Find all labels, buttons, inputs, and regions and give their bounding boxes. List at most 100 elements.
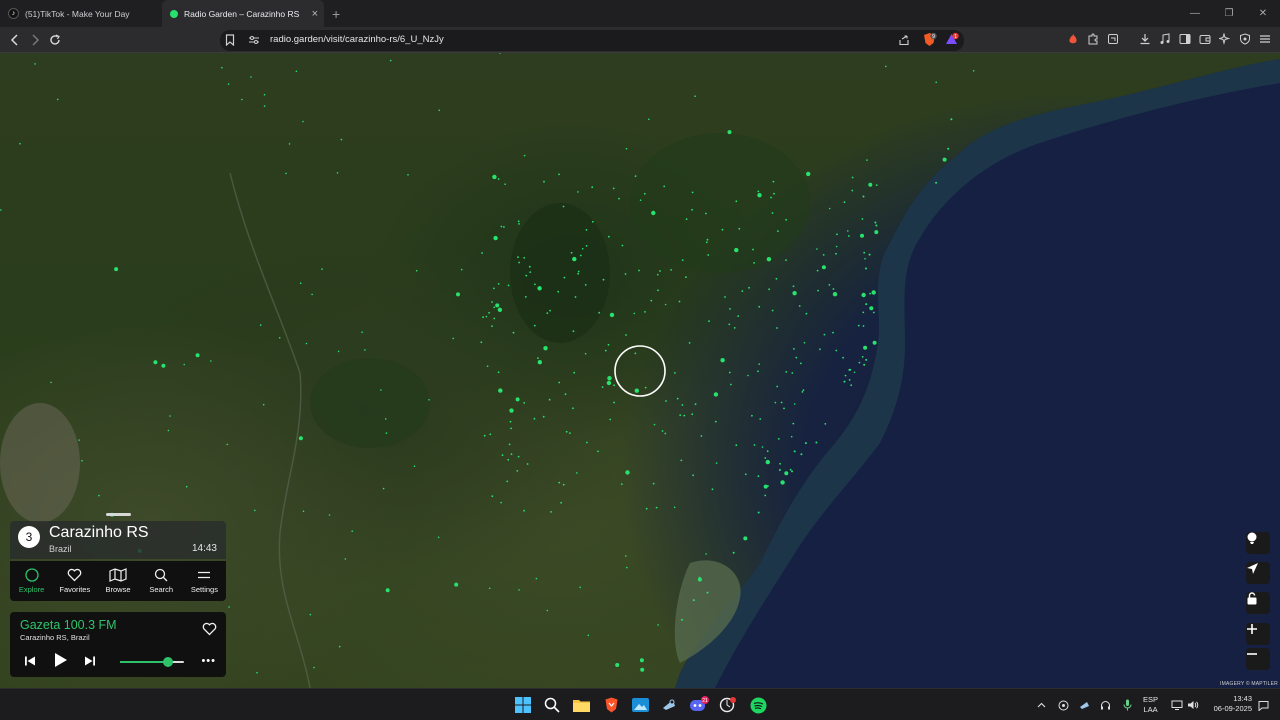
- station-dot[interactable]: [486, 365, 489, 368]
- station-dot[interactable]: [683, 414, 686, 417]
- station-dot[interactable]: [744, 473, 747, 476]
- station-dot[interactable]: [56, 98, 59, 101]
- station-dot[interactable]: [226, 443, 229, 446]
- station-dot[interactable]: [673, 506, 676, 509]
- station-dot[interactable]: [663, 185, 666, 188]
- vpn-shield-icon[interactable]: [1237, 31, 1253, 47]
- station-dot[interactable]: [819, 348, 821, 351]
- station-dot[interactable]: [721, 228, 724, 231]
- station-dot[interactable]: [771, 309, 774, 312]
- station-dot[interactable]: [828, 207, 831, 210]
- station-dot[interactable]: [572, 256, 577, 262]
- station-dot[interactable]: [263, 105, 266, 107]
- station-dot[interactable]: [857, 324, 860, 327]
- station-dot[interactable]: [221, 66, 223, 69]
- station-dot[interactable]: [537, 360, 542, 365]
- station-dot[interactable]: [523, 154, 526, 157]
- station-dot[interactable]: [0, 209, 2, 211]
- station-dot[interactable]: [529, 271, 532, 273]
- station-dot[interactable]: [874, 230, 879, 235]
- station-dot[interactable]: [460, 268, 463, 271]
- station-dot[interactable]: [509, 408, 514, 413]
- station-dot[interactable]: [562, 205, 565, 208]
- station-dot[interactable]: [550, 511, 552, 513]
- station-dot[interactable]: [816, 269, 819, 272]
- station-dot[interactable]: [865, 358, 868, 361]
- station-dot[interactable]: [562, 483, 565, 486]
- new-tab-button[interactable]: +: [332, 0, 340, 27]
- station-dot[interactable]: [456, 292, 460, 297]
- station-dot[interactable]: [601, 386, 604, 388]
- station-dot[interactable]: [869, 292, 871, 295]
- station-dot[interactable]: [639, 658, 644, 663]
- station-dot[interactable]: [625, 147, 628, 150]
- zoom-in-button[interactable]: [1246, 623, 1270, 645]
- station-dot[interactable]: [153, 360, 158, 365]
- station-dot[interactable]: [691, 413, 694, 416]
- station-dot[interactable]: [407, 174, 409, 176]
- station-dot[interactable]: [847, 230, 849, 232]
- nav-search[interactable]: Search: [140, 561, 183, 601]
- station-dot[interactable]: [609, 312, 615, 318]
- station-dot[interactable]: [759, 418, 762, 420]
- notifications-icon[interactable]: [1256, 697, 1270, 713]
- share-icon[interactable]: [897, 33, 911, 47]
- station-dot[interactable]: [309, 613, 312, 616]
- station-dot[interactable]: [499, 53, 501, 54]
- station-dot[interactable]: [564, 393, 567, 396]
- station-dot[interactable]: [798, 305, 801, 307]
- station-dot[interactable]: [508, 443, 511, 446]
- station-dot[interactable]: [835, 245, 838, 248]
- lock-button[interactable]: [1246, 592, 1270, 614]
- station-dot[interactable]: [691, 208, 693, 211]
- station-dot[interactable]: [685, 218, 688, 221]
- station-dot[interactable]: [714, 420, 717, 423]
- station-dot[interactable]: [493, 287, 495, 290]
- station-dot[interactable]: [868, 253, 871, 256]
- station-dot[interactable]: [862, 311, 865, 314]
- station-dot[interactable]: [694, 403, 697, 406]
- station-dot[interactable]: [950, 118, 953, 121]
- station-dot[interactable]: [288, 143, 291, 145]
- station-dot[interactable]: [821, 265, 826, 270]
- station-dot[interactable]: [766, 450, 769, 453]
- station-dot[interactable]: [609, 418, 612, 421]
- station-dot[interactable]: [413, 465, 416, 468]
- station-dot[interactable]: [679, 414, 682, 416]
- station-dot[interactable]: [789, 468, 792, 471]
- extensions-puzzle-icon[interactable]: [1085, 31, 1101, 47]
- spotify-icon[interactable]: [748, 695, 768, 715]
- station-dot[interactable]: [523, 402, 526, 404]
- station-dot[interactable]: [835, 349, 838, 352]
- station-dot[interactable]: [674, 372, 676, 374]
- station-dot[interactable]: [512, 331, 515, 334]
- station-dot[interactable]: [664, 303, 667, 306]
- station-dot[interactable]: [524, 296, 527, 298]
- wallet-icon[interactable]: [1197, 31, 1213, 47]
- station-dot[interactable]: [785, 259, 787, 261]
- music-queue-icon[interactable]: [1157, 31, 1173, 47]
- station-dot[interactable]: [570, 251, 573, 254]
- station-dot[interactable]: [384, 418, 387, 420]
- station-dot[interactable]: [621, 244, 624, 247]
- volume-knob[interactable]: [163, 657, 173, 667]
- station-dot[interactable]: [851, 189, 854, 192]
- station-dot[interactable]: [577, 191, 579, 193]
- station-dot[interactable]: [528, 265, 531, 268]
- station-dot[interactable]: [167, 429, 170, 432]
- station-dot[interactable]: [507, 284, 510, 287]
- station-dot[interactable]: [500, 501, 502, 504]
- station-dot[interactable]: [591, 220, 594, 223]
- station-dot[interactable]: [868, 182, 873, 187]
- station-dot[interactable]: [793, 450, 796, 453]
- back-icon[interactable]: [6, 31, 24, 49]
- station-dot[interactable]: [793, 348, 795, 350]
- headset-icon[interactable]: [1098, 697, 1112, 713]
- station-dot[interactable]: [607, 343, 610, 346]
- station-dot[interactable]: [256, 671, 258, 674]
- station-dot[interactable]: [587, 634, 590, 637]
- station-dot[interactable]: [664, 432, 667, 435]
- station-dot[interactable]: [328, 514, 331, 516]
- station-dot[interactable]: [259, 324, 262, 326]
- station-dot[interactable]: [692, 599, 695, 602]
